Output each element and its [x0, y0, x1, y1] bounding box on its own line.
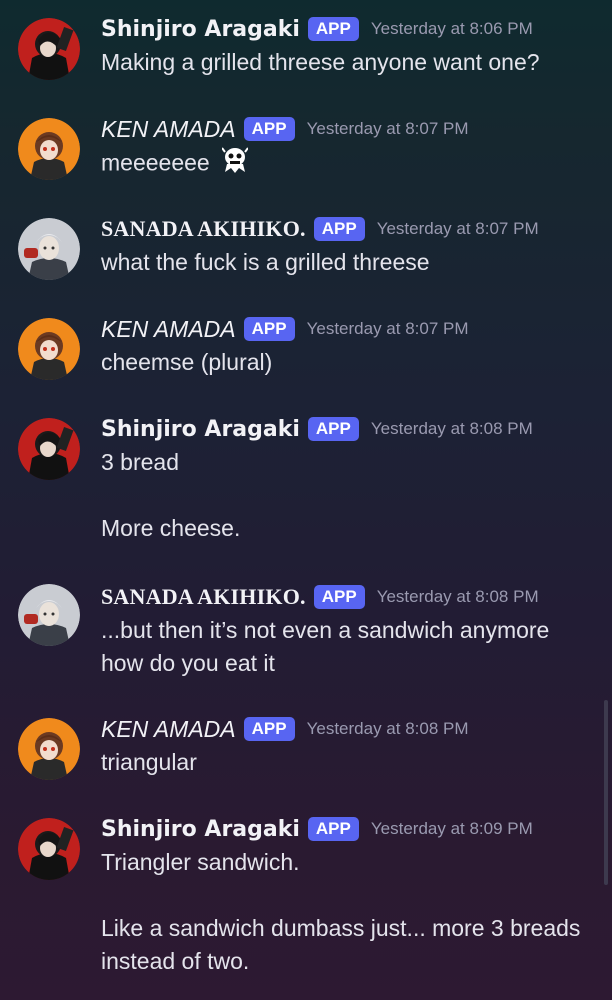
timestamp: Yesterday at 8:07 PM	[306, 319, 469, 338]
timestamp: Yesterday at 8:09 PM	[370, 819, 533, 838]
message-text: ...but then it’s not even a sandwich any…	[101, 617, 550, 643]
message-text: meeeeeee	[101, 149, 210, 176]
avatar-shinjiro[interactable]	[18, 818, 80, 880]
message-text: what the fuck is a grilled threese	[101, 249, 430, 275]
chat-message-list: Shinjiro Aragaki APP Yesterday at 8:06 P…	[0, 0, 612, 1000]
author-name[interactable]: KEN AMADA	[101, 316, 236, 343]
author-name[interactable]: SANADA AKIHIKO.	[101, 584, 306, 610]
message-text: Triangler sandwich.	[101, 849, 300, 875]
avatar-shinjiro[interactable]	[18, 18, 80, 80]
app-badge: APP	[313, 217, 365, 241]
avatar-ken[interactable]	[18, 118, 80, 180]
avatar-shinjiro[interactable]	[18, 418, 80, 480]
avatar-ken[interactable]	[18, 718, 80, 780]
app-badge: APP	[243, 317, 295, 341]
message-text: cheemse (plural)	[101, 349, 273, 375]
timestamp: Yesterday at 8:08 PM	[306, 719, 469, 738]
avatar-sanada[interactable]	[18, 218, 80, 280]
author-name[interactable]: Shinjiro Aragaki	[101, 817, 300, 842]
timestamp: Yesterday at 8:07 PM	[306, 119, 469, 138]
avatar-sanada[interactable]	[18, 584, 80, 646]
message-text: triangular	[101, 749, 197, 775]
app-badge: APP	[243, 717, 295, 741]
message-text: how do you eat it	[101, 650, 275, 676]
message-text: More cheese.	[101, 515, 241, 541]
timestamp: Yesterday at 8:08 PM	[370, 419, 533, 438]
author-name[interactable]: Shinjiro Aragaki	[101, 17, 300, 42]
avatar-ken[interactable]	[18, 318, 80, 380]
author-name[interactable]: KEN AMADA	[101, 716, 236, 743]
author-name[interactable]: Shinjiro Aragaki	[101, 417, 300, 442]
message-text-row: meeeeeee	[101, 146, 249, 183]
app-badge: APP	[307, 817, 359, 841]
message-text: Making a grilled threese anyone want one…	[101, 49, 540, 75]
timestamp: Yesterday at 8:07 PM	[376, 219, 539, 238]
app-badge: APP	[243, 117, 295, 141]
message-text: 3 bread	[101, 449, 180, 475]
app-badge: APP	[313, 585, 365, 609]
message-text: instead of two.	[101, 948, 250, 974]
timestamp: Yesterday at 8:08 PM	[376, 587, 539, 606]
timestamp: Yesterday at 8:06 PM	[370, 19, 533, 38]
ghost-emoji-icon	[221, 146, 249, 183]
app-badge: APP	[307, 17, 359, 41]
app-badge: APP	[307, 417, 359, 441]
author-name[interactable]: KEN AMADA	[101, 116, 236, 143]
author-name[interactable]: SANADA AKIHIKO.	[101, 216, 306, 242]
scrollbar[interactable]	[604, 700, 608, 885]
message-text: Like a sandwich dumbass just... more 3 b…	[101, 915, 581, 941]
